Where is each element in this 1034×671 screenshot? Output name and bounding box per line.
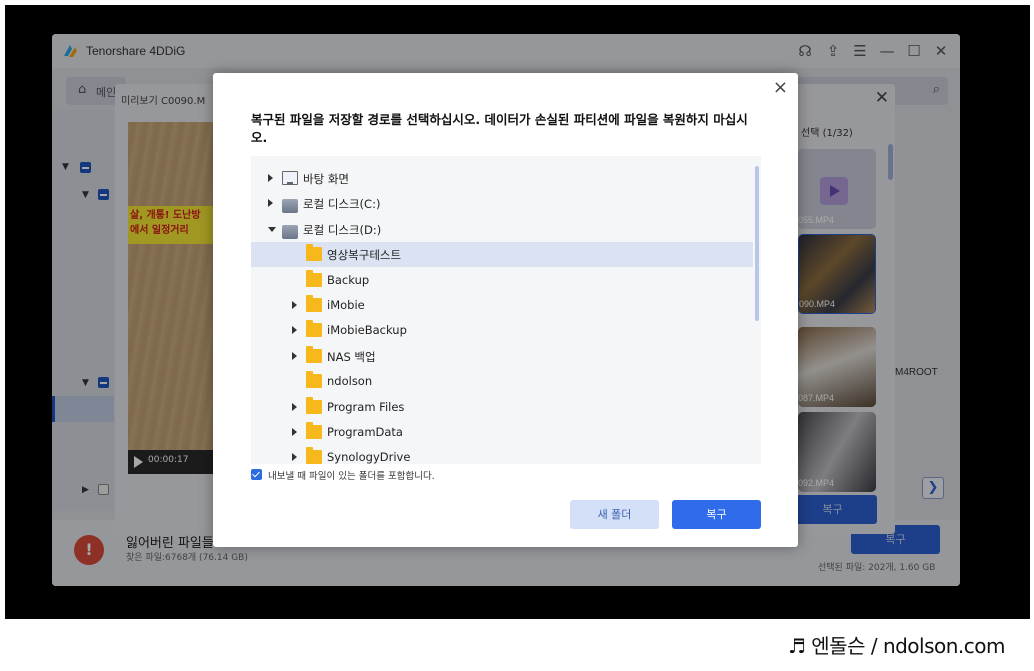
folder-icon — [306, 396, 322, 414]
tree-row[interactable]: iMobieBackup — [251, 318, 753, 343]
save-location-dialog: × 복구된 파일을 저장할 경로를 선택하십시오. 데이터가 손실된 파티션에 … — [213, 73, 798, 547]
tree-row[interactable]: Backup — [251, 268, 753, 293]
desktop-icon — [282, 171, 298, 185]
expand-arrow-icon[interactable] — [268, 199, 273, 208]
expand-arrow-icon[interactable] — [292, 351, 297, 360]
collapse-arrow-icon[interactable] — [268, 226, 276, 232]
recover-button[interactable]: 복구 — [672, 500, 761, 529]
tree-row[interactable]: ndolson — [251, 369, 753, 394]
tree-row-label: 영상복구테스트 — [327, 248, 402, 263]
tree-scrollbar[interactable] — [755, 166, 759, 321]
expand-arrow-icon[interactable] — [292, 301, 297, 309]
folder-tree: 바탕 화면로컬 디스크(C:) 로컬 디스크(D:) 영상복구테스트 Backup iM… — [251, 156, 761, 464]
tree-row-label: ndolson — [327, 374, 373, 389]
new-folder-button[interactable]: 새 폴더 — [570, 500, 659, 529]
tree-row-label: 로컬 디스크(C:) — [303, 197, 381, 212]
tree-row[interactable]: 로컬 디스크(C:) — [251, 191, 753, 216]
dialog-heading: 복구된 파일을 저장할 경로를 선택하십시오. 데이터가 손실된 파티션에 파일… — [251, 112, 748, 145]
tree-row[interactable]: SynologyDrive — [251, 445, 753, 464]
tree-row-label: iMobie — [327, 298, 365, 312]
tree-row[interactable]: iMobie — [251, 293, 753, 318]
include-folders-label: 내보낼 때 파일이 있는 폴더를 포함합니다. — [268, 471, 435, 482]
tree-row-label: NAS 백업 — [327, 349, 376, 364]
tree-row[interactable]: 바탕 화면 — [251, 166, 753, 191]
folder-icon — [306, 422, 322, 439]
folder-icon — [306, 320, 322, 338]
tree-row-label: Program Files — [327, 399, 405, 414]
include-folders-checkbox[interactable] — [251, 469, 262, 480]
watermark: ♬ 엔돌슨 / ndolson.com — [788, 634, 1006, 658]
tree-row-label: iMobieBackup — [327, 323, 407, 338]
screenshot: Tenorshare 4DDiG ☊ ⇪ ☰ — ☐ ✕ ⌂ 메인 ⌕ ▼ ▼ … — [0, 0, 1034, 671]
tree-row[interactable]: 영상복구테스트 — [251, 242, 753, 268]
drive-icon — [282, 224, 298, 239]
folder-icon — [306, 295, 322, 312]
expand-arrow-icon[interactable] — [292, 402, 297, 411]
tree-row-label: SynologyDrive — [327, 450, 411, 464]
tree-row-label: 바탕 화면 — [303, 172, 349, 186]
folder-icon — [306, 244, 322, 262]
tree-row[interactable]: NAS 백업 — [251, 344, 753, 369]
expand-arrow-icon[interactable] — [292, 453, 297, 462]
tree-row-label: 로컬 디스크(D:) — [303, 222, 382, 237]
expand-arrow-icon[interactable] — [268, 174, 273, 182]
tree-row[interactable]: ProgramData — [251, 420, 753, 445]
folder-icon — [306, 269, 322, 287]
folder-icon — [306, 371, 322, 389]
folder-icon — [306, 447, 322, 464]
tree-row[interactable]: 로컬 디스크(D:) — [251, 217, 753, 242]
folder-icon — [306, 345, 322, 363]
drive-icon — [282, 199, 298, 214]
expand-arrow-icon[interactable] — [292, 326, 297, 335]
tree-row-label: Backup — [327, 272, 370, 287]
dialog-close-icon[interactable]: × — [773, 77, 788, 98]
tree-row[interactable]: Program Files — [251, 395, 753, 420]
tree-row-label: ProgramData — [327, 425, 403, 439]
expand-arrow-icon[interactable] — [292, 428, 297, 436]
